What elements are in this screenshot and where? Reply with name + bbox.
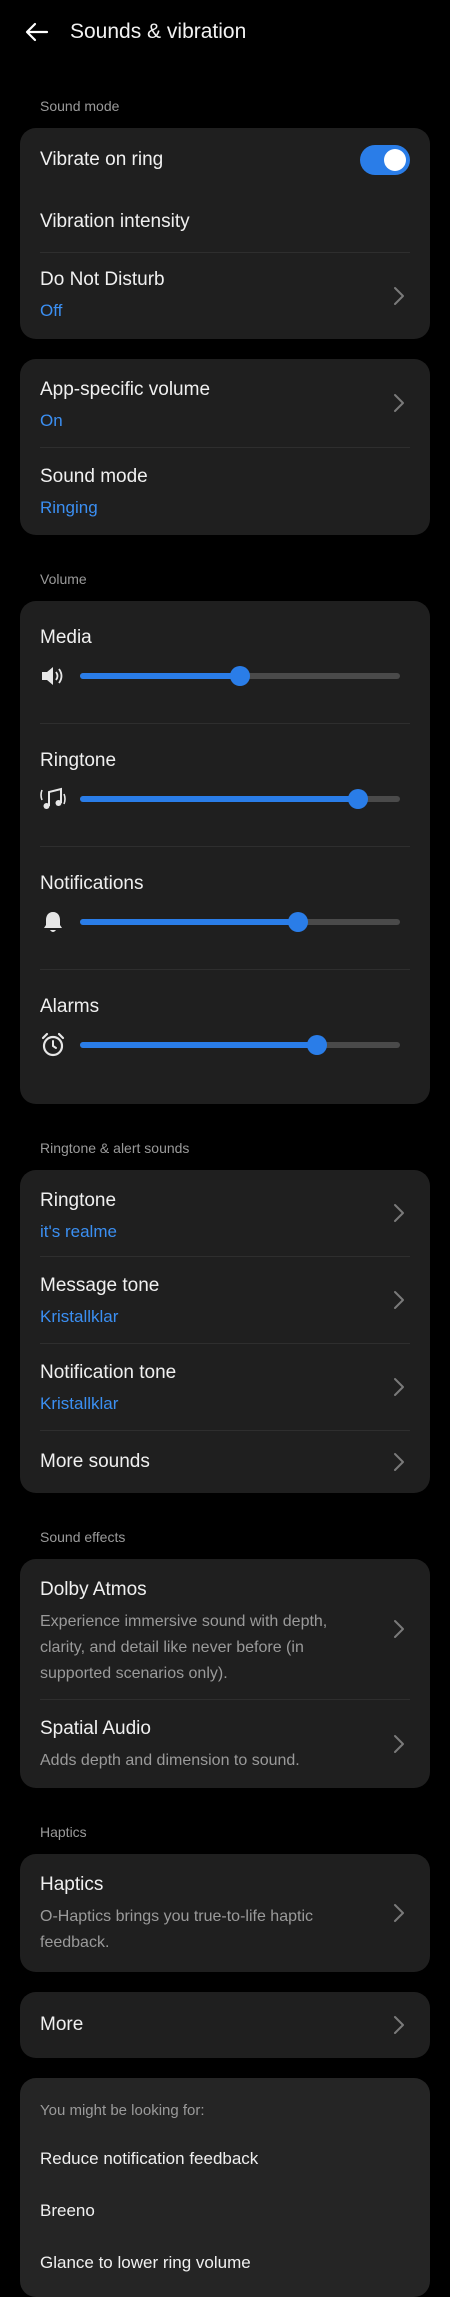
- notification-tone-label: Notification tone: [40, 1362, 177, 1383]
- chevron-right-icon: [394, 1453, 404, 1471]
- section-label-volume: Volume: [40, 571, 87, 587]
- speaker-icon: [40, 663, 66, 689]
- suggestion-item[interactable]: Breeno: [40, 2201, 410, 2221]
- suggestions-card: You might be looking for: Reduce notific…: [20, 2078, 430, 2297]
- alarms-volume-slider[interactable]: [80, 1035, 400, 1055]
- slider-fill: [80, 919, 298, 925]
- app-volume-card: App-specific volume On Sound mode Ringin…: [20, 359, 430, 535]
- ringtone-card: Ringtone it's realme Message tone Krista…: [20, 1170, 430, 1493]
- volume-slider-ringtone: Ringtone: [20, 724, 430, 846]
- more-sounds-row[interactable]: More sounds: [20, 1431, 430, 1493]
- ringtone-volume-slider[interactable]: [80, 789, 400, 809]
- more-label: More: [40, 2014, 84, 2035]
- section-label-ringtone-alerts: Ringtone & alert sounds: [40, 1140, 190, 1156]
- dolby-atmos-label: Dolby Atmos: [40, 1579, 147, 1600]
- app-specific-volume-label: App-specific volume: [40, 379, 211, 400]
- slider-thumb[interactable]: [230, 666, 250, 686]
- alarms-volume-label: Alarms: [40, 996, 100, 1017]
- chevron-right-icon: [394, 2016, 404, 2034]
- vibrate-on-ring-label: Vibrate on ring: [40, 149, 164, 170]
- do-not-disturb-label: Do Not Disturb: [40, 269, 165, 290]
- media-volume-slider[interactable]: [80, 666, 400, 686]
- sound-mode-row[interactable]: Sound mode Ringing: [20, 448, 430, 535]
- top-app-bar: Sounds & vibration: [0, 0, 450, 64]
- sound-mode-label: Sound mode: [40, 466, 148, 487]
- notifications-volume-label: Notifications: [40, 873, 144, 894]
- spatial-audio-row[interactable]: Spatial Audio Adds depth and dimension t…: [20, 1700, 430, 1788]
- more-card: More: [20, 1992, 430, 2058]
- haptics-label: Haptics: [40, 1874, 104, 1895]
- chevron-right-icon: [394, 1735, 404, 1753]
- bell-icon: [40, 909, 66, 935]
- section-label-haptics: Haptics: [40, 1824, 87, 1840]
- dolby-atmos-description: Experience immersive sound with depth, c…: [40, 1613, 328, 1682]
- more-row[interactable]: More: [20, 1992, 430, 2058]
- volume-slider-notifications: Notifications: [20, 847, 430, 969]
- toggle-knob: [384, 149, 406, 171]
- slider-thumb[interactable]: [287, 912, 308, 932]
- chevron-right-icon: [394, 1904, 404, 1922]
- more-sounds-label: More sounds: [40, 1451, 150, 1472]
- haptics-description: O-Haptics brings you true-to-life haptic…: [40, 1908, 313, 1951]
- slider-thumb[interactable]: [306, 1035, 327, 1055]
- vibration-intensity-label: Vibration intensity: [40, 211, 190, 232]
- haptics-card: Haptics O-Haptics brings you true-to-lif…: [20, 1854, 430, 1972]
- do-not-disturb-row[interactable]: Do Not Disturb Off: [20, 253, 430, 339]
- slider-thumb[interactable]: [348, 789, 369, 809]
- volume-card: Media Ringtone Notifications Alarms: [20, 601, 430, 1104]
- ringtone-label: Ringtone: [40, 1190, 117, 1211]
- spatial-audio-label: Spatial Audio: [40, 1718, 151, 1739]
- media-volume-label: Media: [40, 627, 92, 648]
- ringtone-row[interactable]: Ringtone it's realme: [20, 1170, 430, 1256]
- alarm-clock-icon: [40, 1032, 66, 1058]
- slider-fill: [80, 796, 359, 802]
- slider-fill: [80, 1042, 317, 1048]
- chevron-right-icon: [394, 287, 404, 305]
- notifications-volume-slider[interactable]: [80, 912, 400, 932]
- message-tone-label: Message tone: [40, 1275, 160, 1296]
- notification-tone-row[interactable]: Notification tone Kristallklar: [20, 1344, 430, 1430]
- sound-mode-value: Ringing: [40, 498, 98, 517]
- do-not-disturb-value: Off: [40, 301, 63, 320]
- section-label-sound-effects: Sound effects: [40, 1529, 126, 1545]
- dolby-atmos-row[interactable]: Dolby Atmos Experience immersive sound w…: [20, 1559, 430, 1699]
- notification-tone-value: Kristallklar: [40, 1394, 119, 1413]
- ringtone-volume-label: Ringtone: [40, 750, 117, 771]
- suggestions-label: You might be looking for:: [40, 2102, 205, 2119]
- sound-effects-card: Dolby Atmos Experience immersive sound w…: [20, 1559, 430, 1788]
- app-specific-volume-value: On: [40, 411, 63, 430]
- section-label-sound-mode: Sound mode: [40, 98, 120, 114]
- haptics-row[interactable]: Haptics O-Haptics brings you true-to-lif…: [20, 1854, 430, 1972]
- chevron-right-icon: [394, 1620, 404, 1638]
- ringtone-value: it's realme: [40, 1222, 117, 1241]
- vibration-intensity-row[interactable]: Vibration intensity: [20, 192, 430, 252]
- spatial-audio-description: Adds depth and dimension to sound.: [40, 1752, 300, 1769]
- vibrate-on-ring-row[interactable]: Vibrate on ring: [20, 128, 430, 192]
- chevron-right-icon: [394, 394, 404, 412]
- volume-slider-alarms: Alarms: [20, 970, 430, 1104]
- slider-fill: [80, 673, 240, 679]
- chevron-right-icon: [394, 1291, 404, 1309]
- message-tone-value: Kristallklar: [40, 1307, 119, 1326]
- ringtone-icon: [40, 786, 66, 812]
- page-title: Sounds & vibration: [70, 20, 247, 43]
- message-tone-row[interactable]: Message tone Kristallklar: [20, 1257, 430, 1343]
- back-arrow-icon[interactable]: [20, 15, 54, 49]
- vibrate-on-ring-toggle[interactable]: [360, 145, 410, 175]
- sound-mode-card: Vibrate on ring Vibration intensity Do N…: [20, 128, 430, 339]
- app-specific-volume-row[interactable]: App-specific volume On: [20, 359, 430, 447]
- suggestion-item[interactable]: Reduce notification feedback: [40, 2149, 410, 2169]
- chevron-right-icon: [394, 1378, 404, 1396]
- volume-slider-media: Media: [20, 601, 430, 723]
- chevron-right-icon: [394, 1204, 404, 1222]
- suggestion-item[interactable]: Glance to lower ring volume: [40, 2253, 410, 2273]
